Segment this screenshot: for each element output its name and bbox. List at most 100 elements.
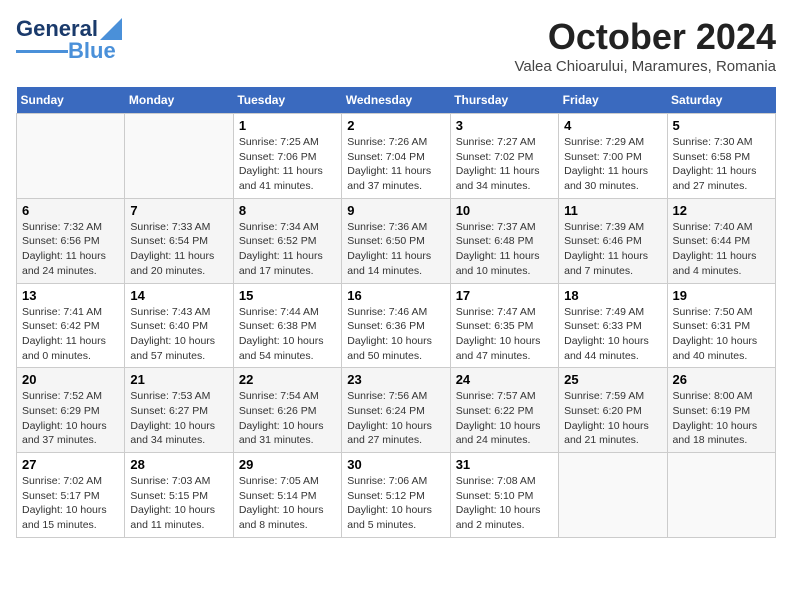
- day-info: Sunrise: 7:27 AM Sunset: 7:02 PM Dayligh…: [456, 135, 553, 194]
- location: Valea Chioarului, Maramures, Romania: [514, 58, 776, 75]
- day-cell: 14 Sunrise: 7:43 AM Sunset: 6:40 PM Dayli…: [125, 283, 233, 368]
- day-cell: 19 Sunrise: 7:50 AM Sunset: 6:31 PM Dayli…: [667, 283, 775, 368]
- day-number: 7: [130, 203, 227, 218]
- day-cell: 22Sunrise: 7:54 AM Sunset: 6:26 PM Dayli…: [233, 368, 341, 453]
- day-cell: 10 Sunrise: 7:37 AM Sunset: 6:48 PM Dayli…: [450, 198, 558, 283]
- day-number: 15: [239, 288, 336, 303]
- day-cell: 11 Sunrise: 7:39 AM Sunset: 6:46 PM Dayli…: [559, 198, 667, 283]
- day-info: Sunrise: 7:56 AM Sunset: 6:24 PM Dayligh…: [347, 389, 444, 448]
- day-info: Sunrise: 7:25 AM Sunset: 7:06 PM Dayligh…: [239, 135, 336, 194]
- day-cell: 30 Sunrise: 7:06 AM Sunset: 5:12 PM Dayli…: [342, 453, 450, 538]
- day-cell: [667, 453, 775, 538]
- day-number: 14: [130, 288, 227, 303]
- day-cell: 6 Sunrise: 7:32 AM Sunset: 6:56 PM Daylig…: [17, 198, 125, 283]
- header-wednesday: Wednesday: [342, 87, 450, 114]
- day-number: 3: [456, 118, 553, 133]
- day-number: 13: [22, 288, 119, 303]
- header-row: SundayMondayTuesdayWednesdayThursdayFrid…: [17, 87, 776, 114]
- day-cell: 9 Sunrise: 7:36 AM Sunset: 6:50 PM Daylig…: [342, 198, 450, 283]
- header-monday: Monday: [125, 87, 233, 114]
- day-info: Sunrise: 7:05 AM Sunset: 5:14 PM Dayligh…: [239, 474, 336, 533]
- day-info: Sunrise: 7:39 AM Sunset: 6:46 PM Dayligh…: [564, 220, 661, 279]
- day-cell: [125, 114, 233, 199]
- day-cell: 8Sunrise: 7:34 AM Sunset: 6:52 PM Daylig…: [233, 198, 341, 283]
- day-number: 19: [673, 288, 770, 303]
- day-number: 18: [564, 288, 661, 303]
- day-info: Sunrise: 7:49 AM Sunset: 6:33 PM Dayligh…: [564, 305, 661, 364]
- day-info: Sunrise: 7:02 AM Sunset: 5:17 PM Dayligh…: [22, 474, 119, 533]
- day-info: Sunrise: 8:00 AM Sunset: 6:19 PM Dayligh…: [673, 389, 770, 448]
- week-row-4: 20Sunrise: 7:52 AM Sunset: 6:29 PM Dayli…: [17, 368, 776, 453]
- header-friday: Friday: [559, 87, 667, 114]
- day-cell: 31Sunrise: 7:08 AM Sunset: 5:10 PM Dayli…: [450, 453, 558, 538]
- day-info: Sunrise: 7:36 AM Sunset: 6:50 PM Dayligh…: [347, 220, 444, 279]
- day-info: Sunrise: 7:37 AM Sunset: 6:48 PM Dayligh…: [456, 220, 553, 279]
- day-number: 9: [347, 203, 444, 218]
- day-cell: 15Sunrise: 7:44 AM Sunset: 6:38 PM Dayli…: [233, 283, 341, 368]
- day-info: Sunrise: 7:47 AM Sunset: 6:35 PM Dayligh…: [456, 305, 553, 364]
- day-info: Sunrise: 7:26 AM Sunset: 7:04 PM Dayligh…: [347, 135, 444, 194]
- day-number: 23: [347, 372, 444, 387]
- day-info: Sunrise: 7:53 AM Sunset: 6:27 PM Dayligh…: [130, 389, 227, 448]
- logo-icon: [100, 18, 122, 40]
- day-info: Sunrise: 7:06 AM Sunset: 5:12 PM Dayligh…: [347, 474, 444, 533]
- day-cell: 3 Sunrise: 7:27 AM Sunset: 7:02 PM Daylig…: [450, 114, 558, 199]
- day-info: Sunrise: 7:52 AM Sunset: 6:29 PM Dayligh…: [22, 389, 119, 448]
- day-cell: 24Sunrise: 7:57 AM Sunset: 6:22 PM Dayli…: [450, 368, 558, 453]
- week-row-1: 1 Sunrise: 7:25 AM Sunset: 7:06 PM Daylig…: [17, 114, 776, 199]
- day-cell: 16 Sunrise: 7:46 AM Sunset: 6:36 PM Dayli…: [342, 283, 450, 368]
- day-info: Sunrise: 7:46 AM Sunset: 6:36 PM Dayligh…: [347, 305, 444, 364]
- day-number: 12: [673, 203, 770, 218]
- day-cell: [17, 114, 125, 199]
- day-info: Sunrise: 7:59 AM Sunset: 6:20 PM Dayligh…: [564, 389, 661, 448]
- week-row-5: 27Sunrise: 7:02 AM Sunset: 5:17 PM Dayli…: [17, 453, 776, 538]
- day-info: Sunrise: 7:40 AM Sunset: 6:44 PM Dayligh…: [673, 220, 770, 279]
- day-number: 29: [239, 457, 336, 472]
- day-info: Sunrise: 7:32 AM Sunset: 6:56 PM Dayligh…: [22, 220, 119, 279]
- month-title: October 2024: [514, 16, 776, 58]
- title-section: October 2024 Valea Chioarului, Maramures…: [514, 16, 776, 75]
- day-number: 10: [456, 203, 553, 218]
- day-number: 17: [456, 288, 553, 303]
- week-row-2: 6 Sunrise: 7:32 AM Sunset: 6:56 PM Daylig…: [17, 198, 776, 283]
- logo: General Blue: [16, 16, 122, 64]
- day-number: 11: [564, 203, 661, 218]
- day-cell: [559, 453, 667, 538]
- day-cell: 21 Sunrise: 7:53 AM Sunset: 6:27 PM Dayli…: [125, 368, 233, 453]
- day-info: Sunrise: 7:41 AM Sunset: 6:42 PM Dayligh…: [22, 305, 119, 364]
- day-cell: 25Sunrise: 7:59 AM Sunset: 6:20 PM Dayli…: [559, 368, 667, 453]
- day-info: Sunrise: 7:43 AM Sunset: 6:40 PM Dayligh…: [130, 305, 227, 364]
- week-row-3: 13 Sunrise: 7:41 AM Sunset: 6:42 PM Dayli…: [17, 283, 776, 368]
- day-cell: 2Sunrise: 7:26 AM Sunset: 7:04 PM Daylig…: [342, 114, 450, 199]
- day-info: Sunrise: 7:50 AM Sunset: 6:31 PM Dayligh…: [673, 305, 770, 364]
- day-cell: 28Sunrise: 7:03 AM Sunset: 5:15 PM Dayli…: [125, 453, 233, 538]
- day-cell: 4 Sunrise: 7:29 AM Sunset: 7:00 PM Daylig…: [559, 114, 667, 199]
- logo-blue: Blue: [68, 38, 116, 64]
- day-info: Sunrise: 7:30 AM Sunset: 6:58 PM Dayligh…: [673, 135, 770, 194]
- day-number: 26: [673, 372, 770, 387]
- day-cell: 7Sunrise: 7:33 AM Sunset: 6:54 PM Daylig…: [125, 198, 233, 283]
- header-tuesday: Tuesday: [233, 87, 341, 114]
- day-cell: 5 Sunrise: 7:30 AM Sunset: 6:58 PM Daylig…: [667, 114, 775, 199]
- calendar-table: SundayMondayTuesdayWednesdayThursdayFrid…: [16, 87, 776, 538]
- day-cell: 18 Sunrise: 7:49 AM Sunset: 6:33 PM Dayli…: [559, 283, 667, 368]
- day-cell: 20Sunrise: 7:52 AM Sunset: 6:29 PM Dayli…: [17, 368, 125, 453]
- day-cell: 12 Sunrise: 7:40 AM Sunset: 6:44 PM Dayli…: [667, 198, 775, 283]
- day-cell: 13 Sunrise: 7:41 AM Sunset: 6:42 PM Dayli…: [17, 283, 125, 368]
- day-number: 21: [130, 372, 227, 387]
- day-number: 24: [456, 372, 553, 387]
- day-info: Sunrise: 7:29 AM Sunset: 7:00 PM Dayligh…: [564, 135, 661, 194]
- day-number: 1: [239, 118, 336, 133]
- day-number: 4: [564, 118, 661, 133]
- header-sunday: Sunday: [17, 87, 125, 114]
- day-cell: 26 Sunrise: 8:00 AM Sunset: 6:19 PM Dayli…: [667, 368, 775, 453]
- day-number: 31: [456, 457, 553, 472]
- day-cell: 27Sunrise: 7:02 AM Sunset: 5:17 PM Dayli…: [17, 453, 125, 538]
- day-number: 22: [239, 372, 336, 387]
- day-number: 5: [673, 118, 770, 133]
- day-number: 6: [22, 203, 119, 218]
- day-number: 30: [347, 457, 444, 472]
- day-number: 16: [347, 288, 444, 303]
- day-number: 28: [130, 457, 227, 472]
- day-cell: 1 Sunrise: 7:25 AM Sunset: 7:06 PM Daylig…: [233, 114, 341, 199]
